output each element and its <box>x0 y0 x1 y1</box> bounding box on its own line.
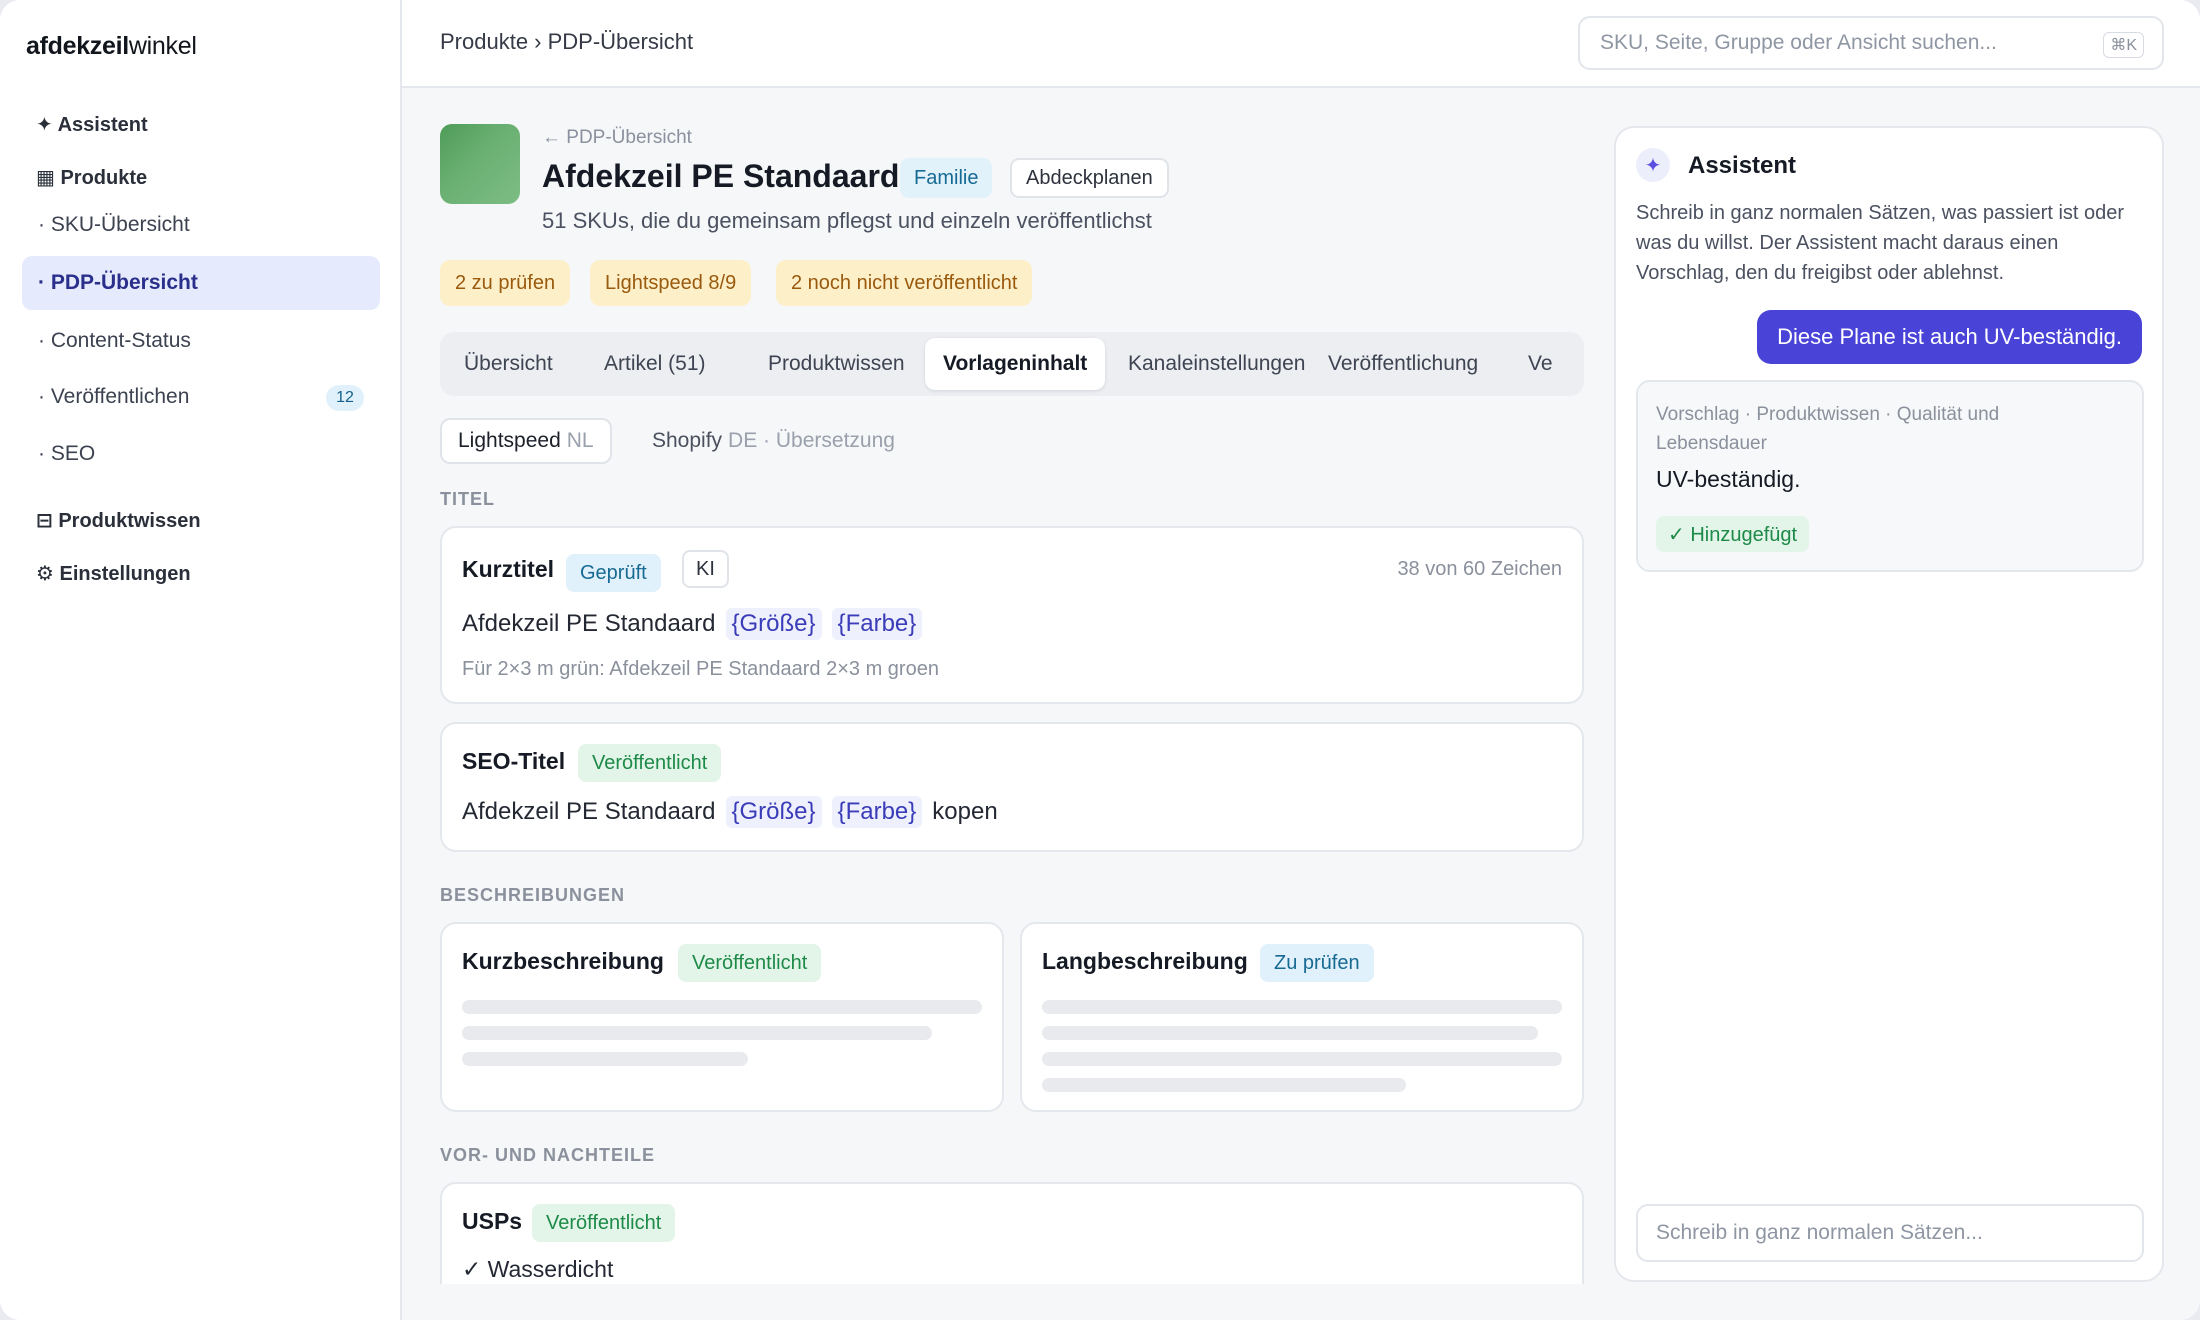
sidebar-item-content-status[interactable]: · Content-Status <box>22 314 380 368</box>
size-token: {Größe} <box>725 796 822 828</box>
status-badge: Geprüft <box>566 554 661 592</box>
card-title: Langbeschreibung <box>1042 948 1248 974</box>
sidebar-item-products[interactable]: ▦ Produkte <box>36 165 147 190</box>
suggestion-meta: Vorschlag · Produktwissen · Qualität und… <box>1656 404 2000 454</box>
usps-clip: USPs Veröffentlicht ✓ Wasserdicht <box>440 1182 1584 1284</box>
sidebar-item-settings[interactable]: ⚙ Einstellungen <box>36 561 191 586</box>
section-title-label: TITEL <box>440 489 495 509</box>
ai-badge: KI <box>682 550 729 588</box>
example-hint: Für 2×3 m grün: Afdekzeil PE Standaard 2… <box>462 658 939 680</box>
tab-template-content[interactable]: Vorlageninhalt <box>925 338 1106 390</box>
category-chip[interactable]: Abdeckplanen <box>1010 158 1169 198</box>
assistant-title: Assistent <box>1688 152 1797 179</box>
page-title: Afdekzeil PE Standaard <box>542 158 900 194</box>
short-description-card[interactable]: Kurzbeschreibung Veröffentlicht <box>440 922 1004 1112</box>
tab-articles[interactable]: Artikel (51) <box>586 338 724 390</box>
card-title: SEO-Titel <box>462 748 566 774</box>
sidebar-item-seo[interactable]: · SEO <box>22 427 380 481</box>
skeleton-line <box>1042 1052 1562 1066</box>
color-token: {Farbe} <box>831 608 923 640</box>
tab-more[interactable]: Ve <box>1510 338 1571 390</box>
skeleton-line <box>1042 1000 1562 1014</box>
tab-overview[interactable]: Übersicht <box>446 338 571 390</box>
char-count: 38 von 60 Zeichen <box>1397 558 1562 580</box>
status-badge: Veröffentlicht <box>678 944 822 982</box>
status-badge: Veröffentlicht <box>532 1204 676 1242</box>
channel-tab-shopify[interactable]: Shopify DE · Übersetzung <box>636 418 911 464</box>
logo: afdekzeilwinkel <box>26 32 197 60</box>
long-description-card[interactable]: Langbeschreibung Zu prüfen <box>1020 922 1584 1112</box>
assistant-intro: Schreib in ganz normalen Sätzen, was pas… <box>1636 202 2125 284</box>
suggestion-card[interactable]: Vorschlag · Produktwissen · Qualität und… <box>1636 380 2144 572</box>
family-chip: Familie <box>900 158 993 198</box>
skeleton-line <box>1042 1026 1538 1040</box>
status-unpublished[interactable]: 2 noch nicht veröffentlicht <box>776 260 1033 306</box>
publish-count-badge: 12 <box>326 385 364 411</box>
product-thumbnail <box>440 124 520 204</box>
sparkle-icon: ✦ <box>1636 148 1670 182</box>
sidebar-item-assistant[interactable]: ✦ Assistent <box>36 112 148 137</box>
sidebar-item-sku-overview[interactable]: · SKU-Übersicht <box>22 198 380 252</box>
sidebar: afdekzeilwinkel ✦ Assistent ▦ Produkte ·… <box>0 0 402 1320</box>
sidebar-item-pdp-overview[interactable]: · PDP-Übersicht <box>22 256 380 310</box>
usp-item: ✓ Wasserdicht <box>462 1256 614 1282</box>
topbar: Produkte › PDP-Übersicht SKU, Seite, Gru… <box>402 0 2200 88</box>
suggestion-text: UV-beständig. <box>1656 466 1801 492</box>
template-text[interactable]: Afdekzeil PE Standaard {Größe} {Farbe} <box>462 608 923 640</box>
status-badge: Zu prüfen <box>1260 944 1374 982</box>
card-title: Kurzbeschreibung <box>462 948 664 974</box>
product-subtitle: 51 SKUs, die du gemeinsam pflegst und ei… <box>542 208 1152 233</box>
user-message: Diese Plane ist auch UV-beständig. <box>1757 310 2142 364</box>
skeleton-line <box>462 1026 932 1040</box>
tab-bar: Übersicht Artikel (51) Produktwissen Vor… <box>440 332 1584 396</box>
color-token: {Farbe} <box>831 796 923 828</box>
template-text[interactable]: Afdekzeil PE Standaard {Größe} {Farbe} k… <box>462 796 998 828</box>
card-title: USPs <box>462 1208 523 1234</box>
assistant-message-input[interactable] <box>1636 1204 2144 1262</box>
tab-product-knowledge[interactable]: Produktwissen <box>750 338 923 390</box>
short-title-card[interactable]: Kurztitel Geprüft KI 38 von 60 Zeichen A… <box>440 526 1584 704</box>
breadcrumb: Produkte › PDP-Übersicht <box>440 29 694 54</box>
status-lightspeed[interactable]: Lightspeed 8/9 <box>590 260 752 306</box>
sidebar-item-product-knowledge[interactable]: ⊟ Produktwissen <box>36 508 201 533</box>
skeleton-line <box>462 1052 748 1066</box>
tab-channel-settings[interactable]: Kanaleinstellungen <box>1110 338 1323 390</box>
assistant-panel: ✦ Assistent Schreib in ganz normalen Sät… <box>1614 126 2164 1282</box>
section-descriptions-label: BESCHREIBUNGEN <box>440 885 626 905</box>
seo-title-card[interactable]: SEO-Titel Veröffentlicht Afdekzeil PE St… <box>440 722 1584 852</box>
skeleton-line <box>462 1000 982 1014</box>
section-pros-cons-label: VOR- UND NACHTEILE <box>440 1145 655 1165</box>
sidebar-item-publish[interactable]: · Veröffentlichen 12 <box>22 370 380 424</box>
card-title: Kurztitel <box>462 556 554 582</box>
app-window: afdekzeilwinkel ✦ Assistent ▦ Produkte ·… <box>0 0 2200 1320</box>
usps-card[interactable]: USPs Veröffentlicht ✓ Wasserdicht <box>440 1182 1584 1284</box>
channel-tab-lightspeed[interactable]: Lightspeed NL <box>440 418 612 464</box>
search-placeholder: SKU, Seite, Gruppe oder Ansicht suchen..… <box>1600 31 1997 54</box>
shortcut-hint: ⌘K <box>2103 32 2144 58</box>
added-badge: ✓ Hinzugefügt <box>1656 516 1810 552</box>
skeleton-line <box>1042 1078 1406 1092</box>
search-input[interactable]: SKU, Seite, Gruppe oder Ansicht suchen..… <box>1578 16 2164 70</box>
size-token: {Größe} <box>725 608 822 640</box>
tab-publishing[interactable]: Veröffentlichung <box>1310 338 1496 390</box>
status-to-review[interactable]: 2 zu prüfen <box>440 260 571 306</box>
back-link[interactable]: ← PDP-Übersicht <box>542 127 692 149</box>
status-badge: Veröffentlicht <box>578 744 722 782</box>
